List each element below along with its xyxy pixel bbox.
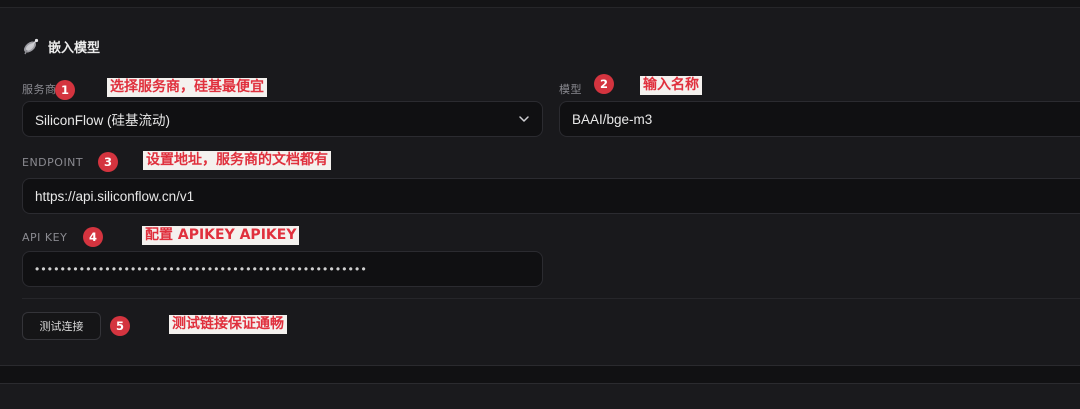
model-input[interactable]: BAAI/bge-m3 <box>559 101 1080 137</box>
bottom-strip <box>0 383 1080 409</box>
annotation-note-4: 配置 APIKEY APIKEY <box>142 226 300 245</box>
section-header: 嵌入模型 <box>22 37 101 56</box>
annotation-badge-3: 3 <box>98 152 118 172</box>
provider-label: 服务商 <box>22 83 57 96</box>
annotation-note-3: 设置地址，服务商的文档都有 <box>143 151 331 170</box>
annotation-note-1: 选择服务商，硅基最便宜 <box>107 78 267 97</box>
model-input-value: BAAI/bge-m3 <box>572 111 653 127</box>
annotation-badge-4: 4 <box>83 227 103 247</box>
annotation-badge-1: 1 <box>55 80 75 100</box>
api-key-label: API KEY <box>22 231 68 244</box>
chevron-down-icon <box>519 116 529 122</box>
endpoint-label: ENDPOINT <box>22 156 84 169</box>
endpoint-input[interactable]: https://api.siliconflow.cn/v1 <box>22 178 1080 214</box>
api-key-masked-value: ••••••••••••••••••••••••••••••••••••••••… <box>35 262 368 276</box>
divider <box>22 298 1080 299</box>
top-strip <box>0 0 1080 8</box>
model-label: 模型 <box>559 83 582 96</box>
provider-selected-value: SiliconFlow (硅基流动) <box>35 113 171 128</box>
api-key-input[interactable]: ••••••••••••••••••••••••••••••••••••••••… <box>22 251 543 287</box>
endpoint-input-value: https://api.siliconflow.cn/v1 <box>35 188 195 204</box>
annotation-badge-5: 5 <box>110 316 130 336</box>
annotation-note-5: 测试链接保证通畅 <box>169 315 287 334</box>
annotation-note-2: 输入名称 <box>640 76 702 95</box>
annotation-badge-2: 2 <box>594 74 614 94</box>
section-title: 嵌入模型 <box>48 40 101 56</box>
satellite-dish-icon <box>23 38 39 55</box>
test-connection-button[interactable]: 测试连接 <box>22 312 101 340</box>
provider-select[interactable]: SiliconFlow (硅基流动) <box>22 101 543 137</box>
